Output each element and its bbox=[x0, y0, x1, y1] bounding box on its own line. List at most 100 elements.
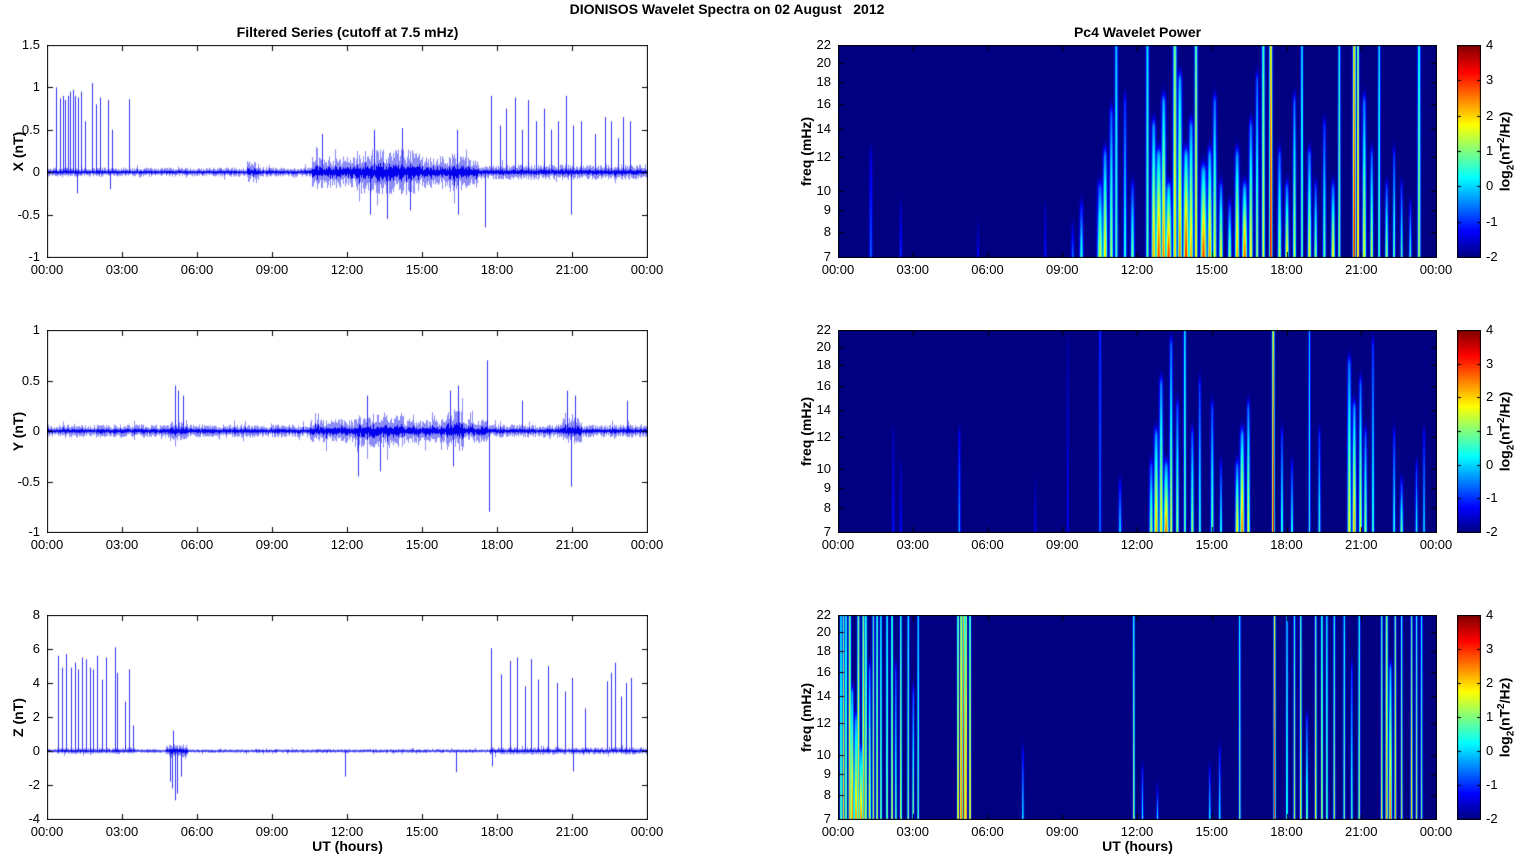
time-tick-label: 00:00 bbox=[30, 262, 64, 277]
colorbar-gradient bbox=[1457, 45, 1481, 258]
time-tick-label: 00:00 bbox=[630, 824, 664, 839]
colorbar-tick-label: -2 bbox=[1486, 249, 1498, 264]
time-tick-label: 00:00 bbox=[821, 537, 855, 552]
y-tick-label: 0.5 bbox=[21, 372, 40, 388]
colorbar-gradient bbox=[1457, 330, 1481, 533]
time-tick-label: 12:00 bbox=[1120, 537, 1154, 552]
colorbar-tick-label: 1 bbox=[1486, 143, 1494, 158]
colorbar-2 bbox=[1457, 330, 1481, 533]
x-series-panel bbox=[47, 45, 648, 258]
time-tick-label: 12:00 bbox=[330, 537, 364, 552]
time-tick-label: 18:00 bbox=[1270, 537, 1303, 552]
freq-tick-label: 10 bbox=[816, 461, 831, 477]
time-tick-label: 03:00 bbox=[105, 262, 139, 277]
freq-tick-label: 9 bbox=[823, 766, 831, 782]
time-tick-label: 18:00 bbox=[480, 537, 514, 552]
y-filtered-series-plot bbox=[47, 330, 648, 533]
colorbar-tick-label: 4 bbox=[1486, 37, 1494, 52]
time-tick-label: 12:00 bbox=[1120, 262, 1154, 277]
time-tick-label: 12:00 bbox=[1120, 824, 1154, 839]
time-tick-label: 09:00 bbox=[255, 537, 289, 552]
y-tick-label: -0.5 bbox=[17, 473, 40, 489]
time-tick-label: 06:00 bbox=[180, 824, 214, 839]
freq-tick-label: 22 bbox=[816, 607, 831, 622]
time-tick-label: 03:00 bbox=[105, 537, 139, 552]
freq-axis-label-3: freq (mHz) bbox=[798, 682, 814, 753]
freq-tick-label: 20 bbox=[816, 623, 831, 639]
freq-tick-label: 20 bbox=[816, 54, 831, 70]
colorbar-tick-label: 1 bbox=[1486, 709, 1494, 724]
time-tick-label: 18:00 bbox=[1270, 824, 1303, 839]
y-tick-label: -1 bbox=[28, 524, 40, 539]
colorbar-tick-label: -1 bbox=[1486, 213, 1498, 229]
freq-axis-label-1: freq (mHz) bbox=[798, 116, 814, 187]
colorbar-label-2: log2(nT2/Hz) bbox=[1496, 391, 1517, 472]
time-tick-label: 00:00 bbox=[30, 537, 64, 552]
x-axis-label-right: UT (hours) bbox=[1102, 838, 1173, 854]
y-tick-label: 0 bbox=[32, 743, 40, 758]
time-tick-label: 21:00 bbox=[1344, 537, 1378, 552]
freq-tick-label: 12 bbox=[816, 428, 831, 444]
y-tick-label: 0 bbox=[32, 164, 40, 180]
freq-tick-label: 14 bbox=[816, 401, 831, 417]
time-tick-label: 21:00 bbox=[555, 824, 589, 839]
y-tick-label: 0 bbox=[32, 423, 40, 438]
y-tick-label: -2 bbox=[28, 777, 40, 792]
time-tick-label: 18:00 bbox=[480, 824, 514, 839]
y-tick-label: 4 bbox=[32, 675, 40, 690]
y-tick-label: 0.5 bbox=[21, 121, 40, 137]
freq-tick-label: 9 bbox=[823, 202, 831, 218]
time-tick-label: 15:00 bbox=[405, 824, 439, 839]
y-tick-label: -4 bbox=[28, 811, 40, 826]
colorbar-label-1: log2(nT2/Hz) bbox=[1496, 111, 1517, 192]
z-series-ylabel: Z (nT) bbox=[10, 698, 26, 737]
freq-tick-label: 22 bbox=[816, 322, 831, 337]
time-tick-label: 03:00 bbox=[105, 824, 139, 839]
colorbar-label-3: log2(nT2/Hz) bbox=[1496, 677, 1517, 758]
time-tick-label: 12:00 bbox=[330, 262, 364, 277]
time-tick-label: 03:00 bbox=[896, 537, 930, 552]
freq-tick-label: 18 bbox=[816, 642, 831, 658]
y-series-panel bbox=[47, 330, 648, 533]
z-series-panel bbox=[47, 615, 648, 820]
figure-title: DIONISOS Wavelet Spectra on 02 August 20… bbox=[569, 1, 885, 17]
y-tick-label: 1 bbox=[32, 79, 40, 95]
freq-tick-label: 22 bbox=[816, 37, 831, 52]
freq-tick-label: 14 bbox=[816, 120, 831, 136]
freq-tick-label: 7 bbox=[823, 811, 831, 826]
time-tick-label: 00:00 bbox=[821, 262, 855, 277]
freq-tick-label: 16 bbox=[816, 95, 831, 111]
time-tick-label: 21:00 bbox=[555, 262, 589, 277]
z-wavelet-panel bbox=[838, 615, 1437, 820]
freq-axis-label-2: freq (mHz) bbox=[798, 396, 814, 467]
y-series-ylabel: Y (nT) bbox=[10, 411, 26, 452]
time-tick-label: 18:00 bbox=[1270, 262, 1303, 277]
freq-tick-label: 10 bbox=[816, 747, 831, 763]
freq-tick-label: 18 bbox=[816, 357, 831, 373]
time-tick-label: 03:00 bbox=[896, 824, 930, 839]
time-tick-label: 00:00 bbox=[630, 262, 664, 277]
colorbar-1 bbox=[1457, 45, 1481, 258]
x-wavelet-panel bbox=[838, 45, 1437, 258]
time-tick-label: 09:00 bbox=[1045, 824, 1079, 839]
colorbar-tick-label: 2 bbox=[1486, 389, 1494, 405]
freq-tick-label: 10 bbox=[816, 182, 831, 198]
time-tick-label: 12:00 bbox=[330, 824, 364, 839]
time-tick-label: 09:00 bbox=[255, 262, 289, 277]
freq-tick-label: 8 bbox=[823, 500, 831, 516]
freq-tick-label: 12 bbox=[816, 149, 831, 165]
time-tick-label: 15:00 bbox=[405, 537, 439, 552]
y-tick-label: 2 bbox=[32, 709, 40, 724]
y-tick-label: 8 bbox=[32, 607, 40, 622]
time-tick-label: 15:00 bbox=[1195, 824, 1229, 839]
y-tick-label: -1 bbox=[28, 249, 40, 264]
freq-tick-label: 14 bbox=[816, 687, 831, 703]
left-column-title: Filtered Series (cutoff at 7.5 mHz) bbox=[236, 24, 459, 40]
time-tick-label: 09:00 bbox=[1045, 262, 1079, 277]
freq-tick-label: 20 bbox=[816, 338, 831, 354]
right-column-title: Pc4 Wavelet Power bbox=[1073, 24, 1202, 40]
time-tick-label: 06:00 bbox=[180, 262, 214, 277]
time-tick-label: 18:00 bbox=[480, 262, 514, 277]
time-tick-label: 21:00 bbox=[1344, 262, 1378, 277]
time-tick-label: 00:00 bbox=[821, 824, 855, 839]
